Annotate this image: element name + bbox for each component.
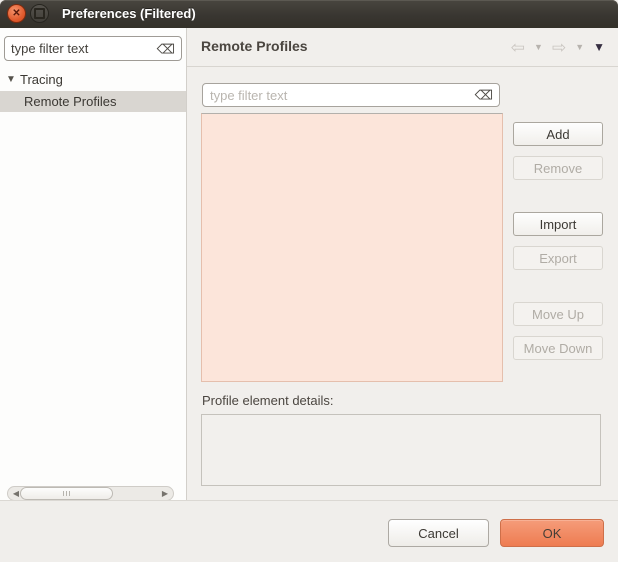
tree-item-label: Remote Profiles bbox=[0, 91, 186, 112]
sidebar-filter: ⌫ bbox=[4, 36, 182, 61]
view-menu-icon[interactable]: ▼ bbox=[593, 41, 605, 53]
add-button[interactable]: Add bbox=[513, 122, 603, 146]
panel-header: Remote Profiles ⇦ ▼ ⇨ ▼ ▼ bbox=[187, 28, 618, 67]
sidebar-horizontal-scrollbar[interactable]: ◀ ▶ bbox=[7, 486, 174, 501]
maximize-button[interactable] bbox=[30, 4, 49, 23]
profiles-filter-input[interactable] bbox=[202, 83, 500, 107]
profile-details-label: Profile element details: bbox=[202, 393, 334, 408]
move-down-button: Move Down bbox=[513, 336, 603, 360]
profiles-filter: ⌫ bbox=[202, 83, 500, 107]
move-up-button: Move Up bbox=[513, 302, 603, 326]
export-button: Export bbox=[513, 246, 603, 270]
tree-item-tracing[interactable]: ▼ Tracing bbox=[0, 69, 186, 91]
header-toolbar: ⇦ ▼ ⇨ ▼ ▼ bbox=[511, 36, 605, 58]
back-dropdown-icon: ▼ bbox=[534, 43, 543, 52]
close-icon: ✕ bbox=[12, 9, 20, 19]
forward-dropdown-icon: ▼ bbox=[575, 43, 584, 52]
cancel-button[interactable]: Cancel bbox=[388, 519, 489, 547]
preferences-dialog: ✕ Preferences (Filtered) ⌫ ▼ Tracing Rem… bbox=[0, 0, 618, 562]
close-button[interactable]: ✕ bbox=[7, 4, 26, 23]
expander-icon[interactable]: ▼ bbox=[6, 69, 16, 91]
clear-filter-icon[interactable]: ⌫ bbox=[157, 42, 175, 55]
preferences-sidebar: ⌫ ▼ Tracing Remote Profiles ◀ ▶ bbox=[0, 28, 187, 500]
profiles-list[interactable] bbox=[201, 113, 503, 382]
titlebar[interactable]: ✕ Preferences (Filtered) bbox=[0, 0, 618, 28]
preferences-tree: ▼ Tracing Remote Profiles bbox=[0, 69, 186, 112]
forward-icon: ⇨ bbox=[552, 39, 566, 56]
import-button[interactable]: Import bbox=[513, 212, 603, 236]
tree-item-remote-profiles[interactable]: Remote Profiles bbox=[0, 91, 186, 112]
scrollbar-grip bbox=[63, 491, 64, 496]
sidebar-filter-input[interactable] bbox=[4, 36, 182, 61]
clear-filter-icon[interactable]: ⌫ bbox=[475, 89, 493, 102]
page-title: Remote Profiles bbox=[201, 38, 308, 54]
remove-button: Remove bbox=[513, 156, 603, 180]
window-title: Preferences (Filtered) bbox=[62, 0, 196, 28]
scrollbar-grip bbox=[69, 491, 70, 496]
scrollbar-thumb[interactable] bbox=[20, 487, 113, 500]
maximize-icon bbox=[34, 8, 45, 19]
tree-item-label: Tracing bbox=[0, 69, 186, 91]
remote-profiles-panel: Remote Profiles ⇦ ▼ ⇨ ▼ ▼ ⌫ Add Remove I… bbox=[187, 28, 618, 500]
dialog-footer: Cancel OK bbox=[0, 500, 618, 562]
ok-button[interactable]: OK bbox=[500, 519, 604, 547]
profile-details-box bbox=[201, 414, 601, 486]
scroll-right-icon[interactable]: ▶ bbox=[159, 487, 171, 500]
back-icon: ⇦ bbox=[511, 39, 525, 56]
scrollbar-grip bbox=[66, 491, 67, 496]
